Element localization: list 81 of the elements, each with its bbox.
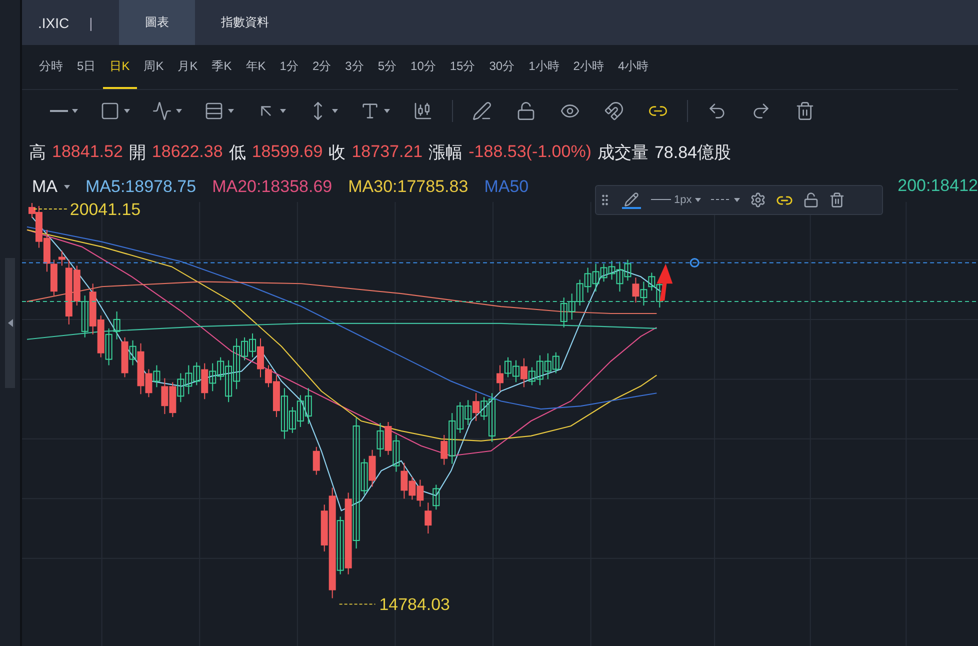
- candlestick: [312, 446, 320, 476]
- caret-icon: [384, 109, 390, 113]
- quote-label: 收: [328, 142, 346, 164]
- rectangle-icon: [100, 101, 120, 121]
- unlock-icon: [516, 101, 536, 121]
- quote-label: 低: [228, 142, 246, 164]
- period-tab[interactable]: 5日: [70, 45, 103, 89]
- text-icon: [360, 101, 380, 121]
- legend-item: MA30:17785.83: [348, 177, 468, 197]
- caret-icon: [228, 109, 234, 113]
- undo-icon: [707, 101, 727, 121]
- lines-icon: [204, 101, 224, 121]
- quote-label: 成交量: [597, 142, 648, 164]
- caret-icon: [280, 109, 286, 113]
- arrow-icon: [656, 264, 673, 302]
- line-icon: [50, 110, 68, 112]
- pattern-icon: [152, 101, 172, 121]
- symbol-label: .IXIC: [37, 14, 70, 32]
- period-tab[interactable]: 日K: [102, 45, 137, 89]
- quote-value: 18737.21: [352, 142, 423, 162]
- dashed-line-icon: [710, 199, 731, 201]
- period-tab[interactable]: 4小時: [610, 45, 656, 89]
- caret-icon: [64, 185, 70, 189]
- caret-icon: [72, 109, 78, 113]
- period-tab[interactable]: 2分: [305, 45, 338, 89]
- horizontal-line[interactable]: [22, 301, 978, 302]
- caret-icon: [8, 319, 12, 327]
- line-sample-icon: [651, 199, 671, 201]
- period-tab[interactable]: 10分: [404, 45, 443, 89]
- quote-label: 高: [29, 142, 46, 164]
- caret-icon: [332, 109, 338, 113]
- quote-label: 漲幅: [428, 142, 463, 164]
- low-price-label: 14784.03: [379, 595, 450, 614]
- leader-line: [33, 208, 68, 210]
- trash-icon[interactable]: [828, 192, 845, 208]
- legend-item: MA5:18978.75: [86, 177, 196, 197]
- period-tab[interactable]: 1分: [272, 45, 306, 89]
- candlestick-icon: [413, 101, 433, 121]
- header-tab[interactable]: 指數資料: [194, 0, 295, 45]
- pen-icon: [472, 101, 492, 121]
- period-tab[interactable]: 季K: [204, 45, 239, 89]
- trash-icon: [795, 101, 815, 121]
- legend-item: 200:18412: [898, 176, 978, 196]
- period-tab[interactable]: 30分: [482, 45, 522, 89]
- quote-value: 18841.52: [52, 142, 123, 162]
- magnet-icon: [604, 101, 624, 121]
- quote-value: 18599.69: [252, 142, 323, 162]
- caret-icon: [734, 198, 740, 202]
- quote-value: 18622.38: [152, 142, 223, 162]
- period-tab[interactable]: 月K: [170, 45, 205, 89]
- line-width-dropdown[interactable]: 1px: [651, 194, 701, 206]
- pen-icon: [624, 192, 639, 206]
- caret-icon: [124, 109, 130, 113]
- indicator-name: MA: [32, 177, 58, 197]
- side-panel-handle[interactable]: [5, 258, 15, 388]
- settings-icon[interactable]: [750, 192, 766, 208]
- separator-text: |: [89, 14, 94, 33]
- quote-label: 開: [128, 142, 146, 164]
- caret-icon: [176, 109, 182, 113]
- leader-line: [338, 604, 376, 605]
- caret-icon: [694, 198, 701, 202]
- header-tab[interactable]: 圖表: [118, 0, 195, 45]
- quote-value: -188.53(-1.00%): [468, 142, 592, 162]
- period-tab[interactable]: 年K: [238, 45, 273, 89]
- high-price-label: 20041.15: [70, 202, 141, 219]
- line-style-dropdown[interactable]: [710, 198, 740, 202]
- legend-item: MA50: [484, 177, 529, 197]
- quote-value: 78.84億股: [654, 142, 732, 164]
- period-tab[interactable]: 5分: [370, 45, 404, 89]
- unlock-icon[interactable]: [802, 192, 819, 208]
- period-tab[interactable]: 分時: [32, 45, 70, 89]
- period-tab[interactable]: 1小時: [522, 45, 566, 89]
- line-handle[interactable]: [690, 258, 700, 268]
- period-tab[interactable]: 15分: [442, 45, 482, 89]
- period-tab[interactable]: 周K: [136, 45, 171, 89]
- line-color-button[interactable]: [622, 192, 641, 208]
- period-tab[interactable]: 2小時: [566, 45, 611, 89]
- redo-icon: [751, 101, 771, 121]
- legend-item: MA20:18358.69: [212, 177, 332, 197]
- period-tab[interactable]: 3分: [338, 45, 371, 89]
- horizontal-line[interactable]: [22, 262, 978, 264]
